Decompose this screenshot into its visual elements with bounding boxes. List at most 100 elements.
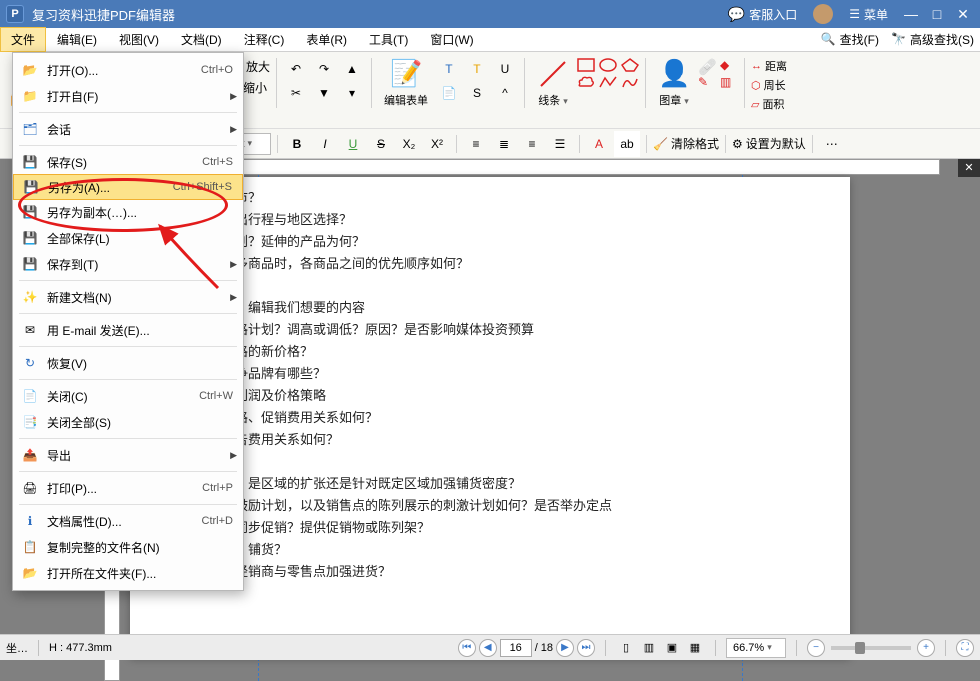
first-page-button[interactable]: ⏮ xyxy=(458,639,476,657)
zoom-slider-thumb[interactable] xyxy=(855,642,865,654)
zoom-in-status[interactable]: + xyxy=(917,639,935,657)
text-line[interactable]: 略 xyxy=(144,451,836,473)
menu-export[interactable]: 📤导出▶ xyxy=(13,442,243,468)
menu-window[interactable]: 窗口(W) xyxy=(419,27,484,52)
align-center-button[interactable]: ≣ xyxy=(491,131,517,157)
rotate-left-button[interactable]: ↶ xyxy=(283,58,309,80)
measure-perimeter-button[interactable]: ⬡周长 xyxy=(751,77,787,93)
text-box-button[interactable]: T xyxy=(436,58,462,80)
polygon-shape-button[interactable] xyxy=(621,58,639,72)
strike2-button[interactable]: S xyxy=(368,131,394,157)
stamp-button[interactable]: 👤 图章 xyxy=(652,58,696,108)
text-line[interactable]: 相似价位上的竞争品牌有哪些？ xyxy=(144,363,836,385)
text-line[interactable]: 否计划新商品上市？ xyxy=(144,187,836,209)
text-line[interactable]: 略 xyxy=(144,275,836,297)
rotate-right-button[interactable]: ↷ xyxy=(311,58,337,80)
main-menu-button[interactable]: ☰ 菜单 xyxy=(849,6,888,23)
italic-button[interactable]: I xyxy=(312,131,338,157)
polyline-shape-button[interactable] xyxy=(599,75,617,89)
menu-new-doc[interactable]: ✨新建文档(N)▶ xyxy=(13,284,243,310)
more-rotate-button[interactable]: ▾ xyxy=(339,82,365,104)
menu-form[interactable]: 表单(R) xyxy=(295,27,358,52)
highlight-button[interactable]: T xyxy=(464,58,490,80)
minimize-button[interactable]: — xyxy=(900,6,922,22)
zoom-out-status[interactable]: − xyxy=(807,639,825,657)
highlight-color-button[interactable]: ab xyxy=(614,131,640,157)
text-note-button[interactable]: 📄 xyxy=(436,82,462,104)
text-line[interactable]: 否推出新包装规格的新价格？ xyxy=(144,341,836,363)
menu-save-all[interactable]: 💾全部保存(L) xyxy=(13,225,243,251)
text-line[interactable]: 牌商品线延伸计划？延伸的产品为何？ xyxy=(144,231,836,253)
text-line[interactable]: 新商品上市行程、铺货？ xyxy=(144,539,836,561)
text-line[interactable]: 业推拉考虑与广告费用关系如何？ xyxy=(144,429,836,451)
menu-restore[interactable]: ↻恢复(V) xyxy=(13,350,243,376)
text-line[interactable]: 牌零售价位如何？编辑我们想要的内容 xyxy=(144,297,836,319)
menu-open-folder[interactable]: 📂打开所在文件夹(F)... xyxy=(13,560,243,586)
menu-file[interactable]: 文件 xyxy=(0,27,46,52)
facing-view[interactable]: ▣ xyxy=(662,638,682,658)
menu-doc-props[interactable]: ℹ文档属性(D)...Ctrl+D xyxy=(13,508,243,534)
text-line[interactable]: 销？是配合广告同步促销？提供促销物或陈列架？ xyxy=(144,517,836,539)
next-page-button[interactable]: ▶ xyxy=(556,639,574,657)
cloud-shape-button[interactable] xyxy=(577,75,595,89)
line-tool-button[interactable]: 线条 xyxy=(531,58,575,108)
menu-document[interactable]: 文档(D) xyxy=(170,27,233,52)
menu-open-from[interactable]: 📁打开自(F)▶ xyxy=(13,83,243,109)
menu-view[interactable]: 视图(V) xyxy=(108,27,170,52)
menu-save[interactable]: 💾保存(S)Ctrl+S xyxy=(13,149,243,175)
menu-close-all[interactable]: 📑关闭全部(S) xyxy=(13,409,243,435)
rect-shape-button[interactable] xyxy=(577,58,595,72)
font-color-button[interactable]: A xyxy=(586,131,612,157)
menu-save-as[interactable]: 💾另存为(A)...Ctrl+Shift+S xyxy=(13,174,243,200)
menu-save-copy[interactable]: 💾另存为副本(…)... xyxy=(13,199,243,225)
text-line[interactable]: 对零售店的进货鼓励计划，以及销售点的陈列展示的刺激计划如何？是否举办定点 xyxy=(144,495,836,517)
menu-edit[interactable]: 编辑(E) xyxy=(46,27,108,52)
underline2-button[interactable]: U xyxy=(340,131,366,157)
clear-format-button[interactable]: 🧹清除格式 xyxy=(653,135,719,152)
user-avatar[interactable] xyxy=(813,4,833,24)
menu-print[interactable]: 🖨打印(P)...Ctrl+P xyxy=(13,475,243,501)
text-line[interactable]: 无铺货提升计划？是区域的扩张还是针对既定区域加强铺货密度？ xyxy=(144,473,836,495)
superscript-button[interactable]: X² xyxy=(424,131,450,157)
page-input[interactable] xyxy=(500,639,532,657)
set-default-button[interactable]: ⚙设置为默认 xyxy=(732,135,806,152)
bold-button[interactable]: B xyxy=(284,131,310,157)
text-line[interactable]: 否运用广告鼓励经销商与零售点加强进货？ xyxy=(144,561,836,583)
pencil-shape-button[interactable] xyxy=(621,75,639,89)
find-button[interactable]: 🔍 查找(F) xyxy=(815,29,885,50)
status-zoom-select[interactable]: 66.7% xyxy=(726,638,786,658)
menu-session[interactable]: 🗂会话▶ xyxy=(13,116,243,142)
maximize-button[interactable]: □ xyxy=(926,6,948,22)
continuous-view[interactable]: ▥ xyxy=(639,638,659,658)
brush-button[interactable]: ✎ xyxy=(698,75,716,89)
menu-open[interactable]: 📂打开(O)...Ctrl+O xyxy=(13,57,243,83)
menu-close[interactable]: 📄关闭(C)Ctrl+W xyxy=(13,383,243,409)
fullscreen-button[interactable]: ⛶ xyxy=(956,639,974,657)
close-button[interactable]: ✕ xyxy=(952,6,974,23)
menu-send-email[interactable]: ✉用 E-mail 发送(E)... xyxy=(13,317,243,343)
eraser-button[interactable]: 🩹 xyxy=(698,58,716,72)
panel-close-button[interactable]: ✕ xyxy=(958,159,980,177)
customer-service-link[interactable]: 💬 客服入口 xyxy=(728,6,797,23)
edit-form-button[interactable]: 📝 编辑表单 xyxy=(378,58,434,108)
facing-continuous-view[interactable]: ▦ xyxy=(685,638,705,658)
page-down-button[interactable]: ▼ xyxy=(311,82,337,104)
menu-tools[interactable]: 工具(T) xyxy=(358,27,419,52)
align-justify-button[interactable]: ☰ xyxy=(547,131,573,157)
caret-button[interactable]: ^ xyxy=(492,82,518,104)
align-left-button[interactable]: ≡ xyxy=(463,131,489,157)
zoom-slider[interactable] xyxy=(831,646,911,650)
measure-area-button[interactable]: ▱面积 xyxy=(751,96,787,112)
page-up-button[interactable]: ▲ xyxy=(339,58,365,80)
text-line[interactable]: 品牌旗下拥有众多商品时，各商品之间的优先顺序如何？ xyxy=(144,253,836,275)
text-line[interactable]: 解各商品的经销利润及价格策略 xyxy=(144,385,836,407)
subscript-button[interactable]: X₂ xyxy=(396,131,422,157)
text-line[interactable]: 无改良计划？推出行程与地区选择？ xyxy=(144,209,836,231)
last-page-button[interactable]: ⏭ xyxy=(577,639,595,657)
menu-comment[interactable]: 注释(C) xyxy=(233,27,296,52)
text-line[interactable]: 销利润、零售价格、促销费用关系如何？ xyxy=(144,407,836,429)
prev-page-button[interactable]: ◀ xyxy=(479,639,497,657)
redact-button[interactable]: ▥ xyxy=(720,75,738,89)
ellipse-shape-button[interactable] xyxy=(599,58,617,72)
crop-button[interactable]: ✂ xyxy=(283,82,309,104)
